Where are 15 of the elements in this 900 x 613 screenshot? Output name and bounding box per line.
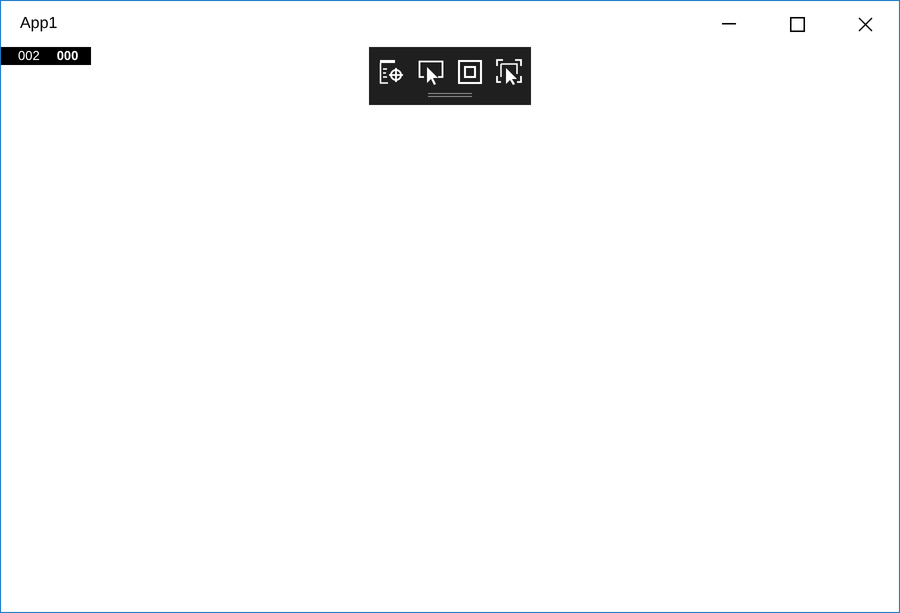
capture-button[interactable] bbox=[496, 59, 522, 85]
target-icon bbox=[378, 59, 404, 85]
cursor-screen-icon bbox=[418, 59, 444, 85]
close-icon bbox=[858, 16, 872, 32]
nested-squares-icon bbox=[458, 60, 482, 84]
window-title: App1 bbox=[20, 14, 58, 34]
cursor-frame-icon bbox=[496, 59, 522, 85]
select-element-button[interactable] bbox=[378, 59, 404, 85]
bounds-button[interactable] bbox=[456, 59, 482, 85]
drag-handle[interactable] bbox=[428, 93, 472, 97]
pointer-button[interactable] bbox=[418, 59, 444, 85]
maximize-icon bbox=[790, 16, 804, 32]
frame-count: 002 bbox=[18, 47, 40, 66]
minimize-icon bbox=[722, 23, 736, 25]
frame-count: 000 bbox=[56, 47, 78, 66]
